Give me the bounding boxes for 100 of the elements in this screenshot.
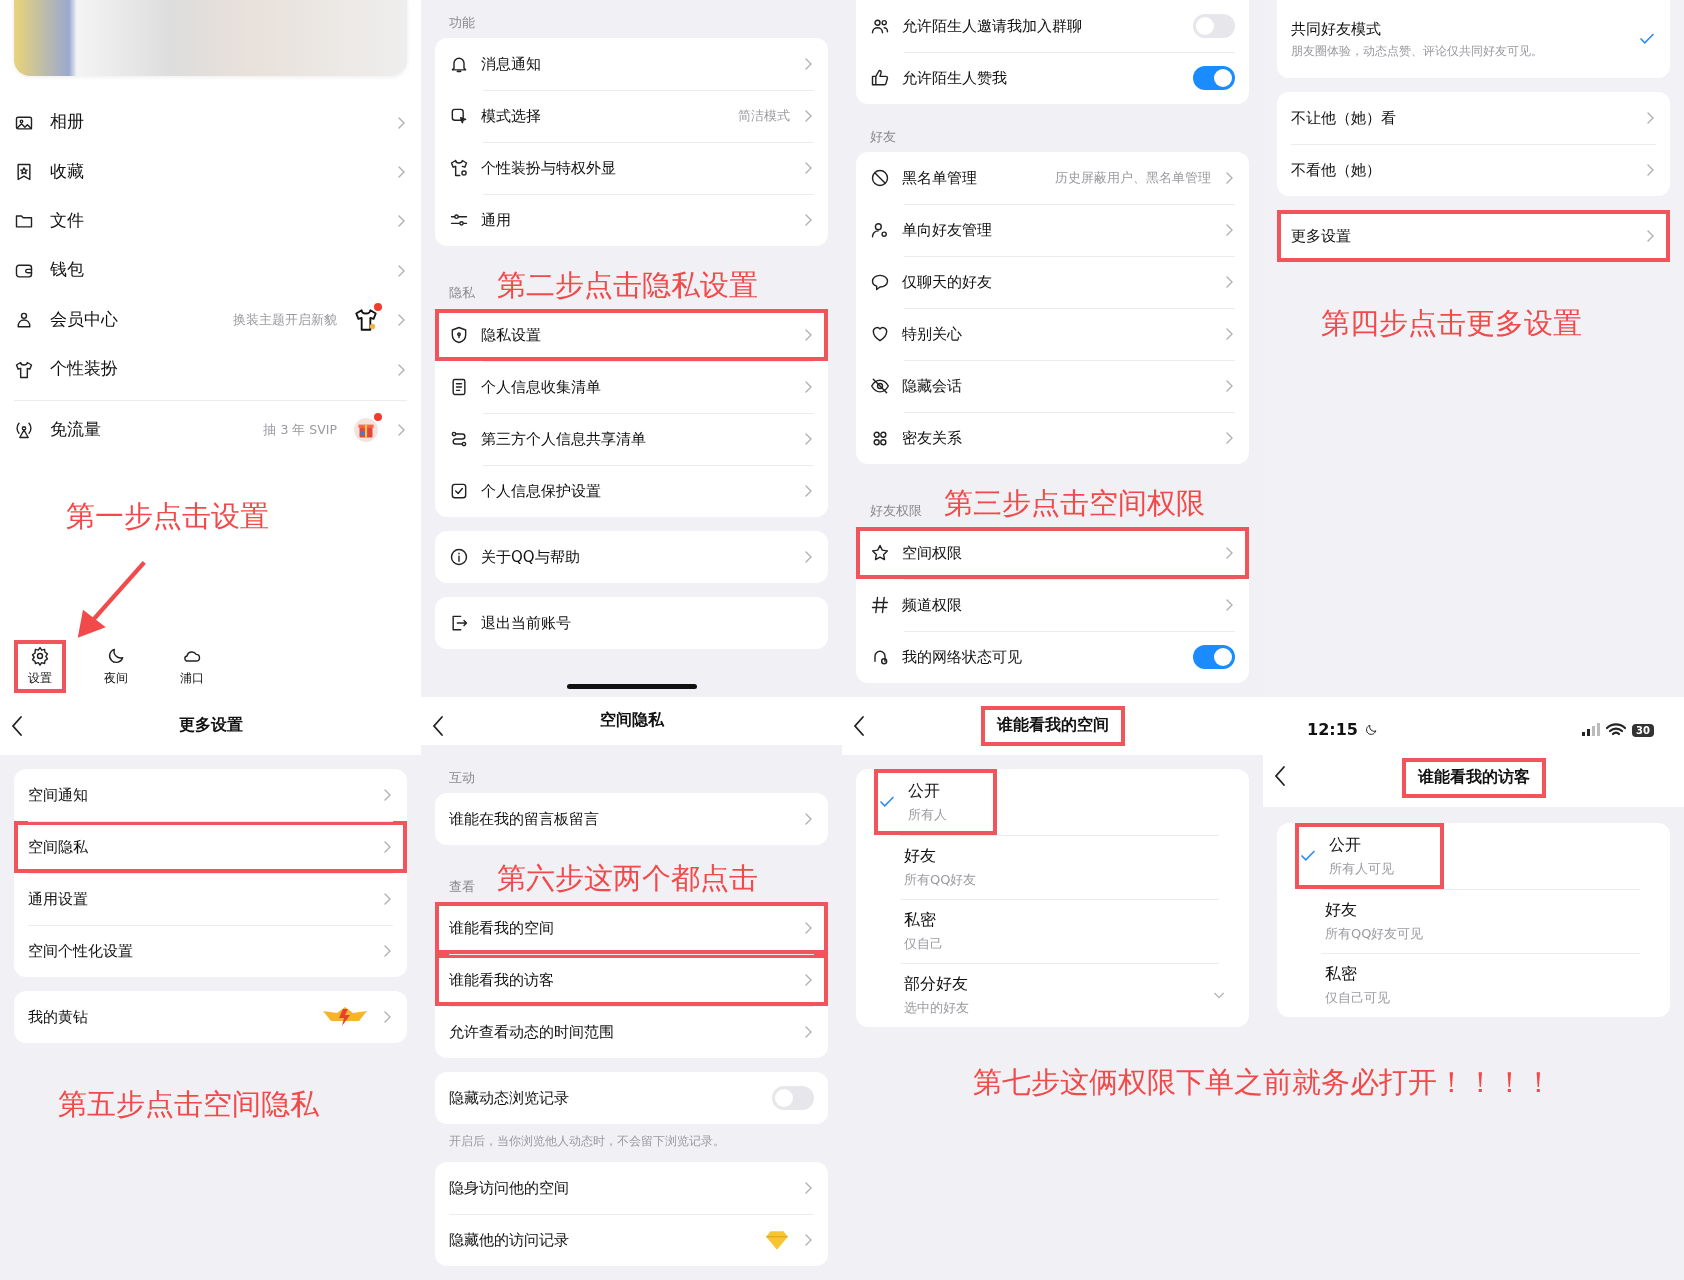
settings-icon: [30, 646, 50, 667]
bottom-bar-item[interactable]: 设置: [14, 640, 66, 694]
menu-item[interactable]: 个性装扮: [14, 344, 407, 395]
settings-row[interactable]: 隐藏他的访问记录: [435, 1214, 828, 1266]
option-description: 所有QQ好友可见: [1325, 924, 1424, 943]
settings-row[interactable]: 单向好友管理: [856, 204, 1249, 256]
settings-row[interactable]: 隐藏动态浏览记录: [435, 1072, 828, 1124]
hash-icon: [870, 594, 890, 615]
menu-item[interactable]: 会员中心 换装主题开启新貌: [14, 295, 407, 345]
settings-row[interactable]: 个人信息保护设置: [435, 464, 828, 517]
option-row[interactable]: 公开 所有人可见: [1277, 823, 1670, 889]
option-row[interactable]: 好友 所有QQ好友: [856, 834, 1249, 899]
settings-row[interactable]: 个性装扮与特权外显: [435, 142, 828, 194]
option-description: 所有人: [908, 806, 947, 824]
option-row[interactable]: 好友 所有QQ好友可见: [1277, 888, 1670, 953]
settings-row[interactable]: 模式选择 简洁模式: [435, 90, 828, 142]
page-title: 谁能看我的空间: [980, 706, 1125, 746]
menu-item[interactable]: 收藏: [14, 147, 407, 197]
menu-item[interactable]: 免流量 抽 3 年 SVIP: [14, 400, 407, 460]
settings-row[interactable]: 空间权限: [856, 526, 1249, 579]
people-icon: [870, 428, 890, 448]
option-row[interactable]: 私密 仅自己: [856, 898, 1249, 963]
settings-row[interactable]: 空间隐私: [14, 821, 407, 873]
settings-row[interactable]: 不看他（她）: [1277, 144, 1670, 196]
settings-row[interactable]: 空间个性化设置: [14, 925, 407, 977]
window-cursor-icon: [449, 106, 469, 126]
broadcast-icon: [14, 420, 34, 441]
bottom-bar-item[interactable]: 浦口: [166, 640, 218, 694]
menu-label: 个性装扮: [50, 358, 119, 381]
page-title: 谁能看我的访客: [1401, 758, 1546, 798]
shirt-icon: [14, 359, 34, 380]
settings-row[interactable]: 密友关系: [856, 412, 1249, 464]
row-label: 关于QQ与帮助: [481, 546, 581, 568]
menu-item[interactable]: 钱包: [14, 246, 407, 296]
toggle-switch[interactable]: [1193, 644, 1235, 669]
back-icon: [10, 715, 24, 737]
row-label: 单向好友管理: [902, 219, 993, 241]
option-label: 部分好友: [904, 972, 969, 995]
option-row[interactable]: 私密 仅自己可见: [1277, 952, 1670, 1017]
settings-row[interactable]: 隐私设置: [435, 308, 828, 361]
settings-row[interactable]: 更多设置: [1277, 210, 1670, 262]
settings-row[interactable]: 通用: [435, 194, 828, 246]
wifi-icon: [1606, 723, 1627, 737]
toggle-switch[interactable]: [1193, 66, 1235, 90]
settings-row[interactable]: 允许查看动态的时间范围: [435, 1006, 828, 1058]
back-icon: [1273, 765, 1287, 787]
settings-row[interactable]: 谁能看我的空间: [435, 902, 828, 954]
row-label: 允许查看动态的时间范围: [449, 1021, 615, 1043]
option-row[interactable]: 公开 所有人: [856, 769, 1249, 835]
settings-row[interactable]: 退出当前账号: [435, 596, 828, 649]
menu-label: 免流量: [50, 418, 102, 441]
row-label: 谁能看我的空间: [449, 917, 555, 939]
chat-bubble-icon: [870, 272, 890, 292]
clock-time: 12:15: [1307, 719, 1358, 741]
bookmark-star-icon: [14, 162, 34, 183]
row-label: 消息通知: [481, 53, 542, 75]
settings-row[interactable]: 共同好友模式 朋友圈体验，动态点赞、评论仅共同好友可见。: [1277, 0, 1670, 78]
menu-label: 文件: [50, 210, 85, 233]
settings-row[interactable]: 特别关心: [856, 308, 1249, 360]
row-label: 特别关心: [902, 323, 963, 345]
settings-row[interactable]: 谁能看我的访客: [435, 954, 828, 1006]
settings-row[interactable]: 我的黄钻: [14, 991, 407, 1043]
settings-row[interactable]: 谁能在我的留言板留言: [435, 793, 828, 846]
toggle-switch[interactable]: [1193, 14, 1235, 38]
settings-row[interactable]: 频道权限: [856, 578, 1249, 631]
settings-row[interactable]: 隐藏会话: [856, 360, 1249, 412]
settings-row[interactable]: 允许陌生人赞我: [856, 52, 1249, 104]
person-gear-icon: [870, 220, 890, 240]
row-label: 模式选择: [481, 105, 542, 127]
settings-row[interactable]: 不让他（她）看: [1277, 92, 1670, 144]
annotation-text: 第六步这两个都点击: [497, 861, 758, 896]
option-row[interactable]: 部分好友 选中的好友: [856, 962, 1249, 1027]
settings-row[interactable]: 空间通知: [14, 769, 407, 821]
row-label: 仅聊天的好友: [902, 271, 993, 293]
bottom-bar-item[interactable]: 夜间: [90, 640, 142, 694]
section-label: 功能: [449, 13, 475, 32]
shield-icon: [449, 324, 469, 345]
section-label: 查看: [449, 877, 475, 896]
row-label: 我的网络状态可见: [902, 646, 1023, 668]
settings-row[interactable]: 个人信息收集清单: [435, 360, 828, 413]
settings-row[interactable]: 允许陌生人邀请我加入群聊: [856, 0, 1249, 52]
row-label: 通用: [481, 209, 512, 231]
settings-row[interactable]: 隐身访问他的空间: [435, 1162, 828, 1214]
option-label: 私密: [904, 908, 937, 931]
toggle-switch[interactable]: [772, 1086, 814, 1110]
settings-row[interactable]: 关于QQ与帮助: [435, 530, 828, 583]
settings-row[interactable]: 黑名单管理 历史屏蔽用户、黑名单管理: [856, 152, 1249, 204]
settings-row[interactable]: 通用设置: [14, 873, 407, 925]
menu-item[interactable]: 文件: [14, 196, 407, 247]
settings-row[interactable]: 我的网络状态可见: [856, 630, 1249, 683]
row-label: 允许陌生人赞我: [902, 67, 1008, 89]
settings-row[interactable]: 仅聊天的好友: [856, 256, 1249, 308]
row-label: 空间权限: [902, 542, 963, 564]
row-label: 个人信息保护设置: [481, 480, 602, 502]
page-title: 空间隐私: [598, 710, 665, 732]
document-icon: [449, 376, 469, 397]
settings-row[interactable]: 消息通知: [435, 38, 828, 90]
menu-item[interactable]: 相册: [14, 97, 407, 148]
settings-row[interactable]: 第三方个人信息共享清单: [435, 412, 828, 465]
row-label: 频道权限: [902, 594, 963, 616]
